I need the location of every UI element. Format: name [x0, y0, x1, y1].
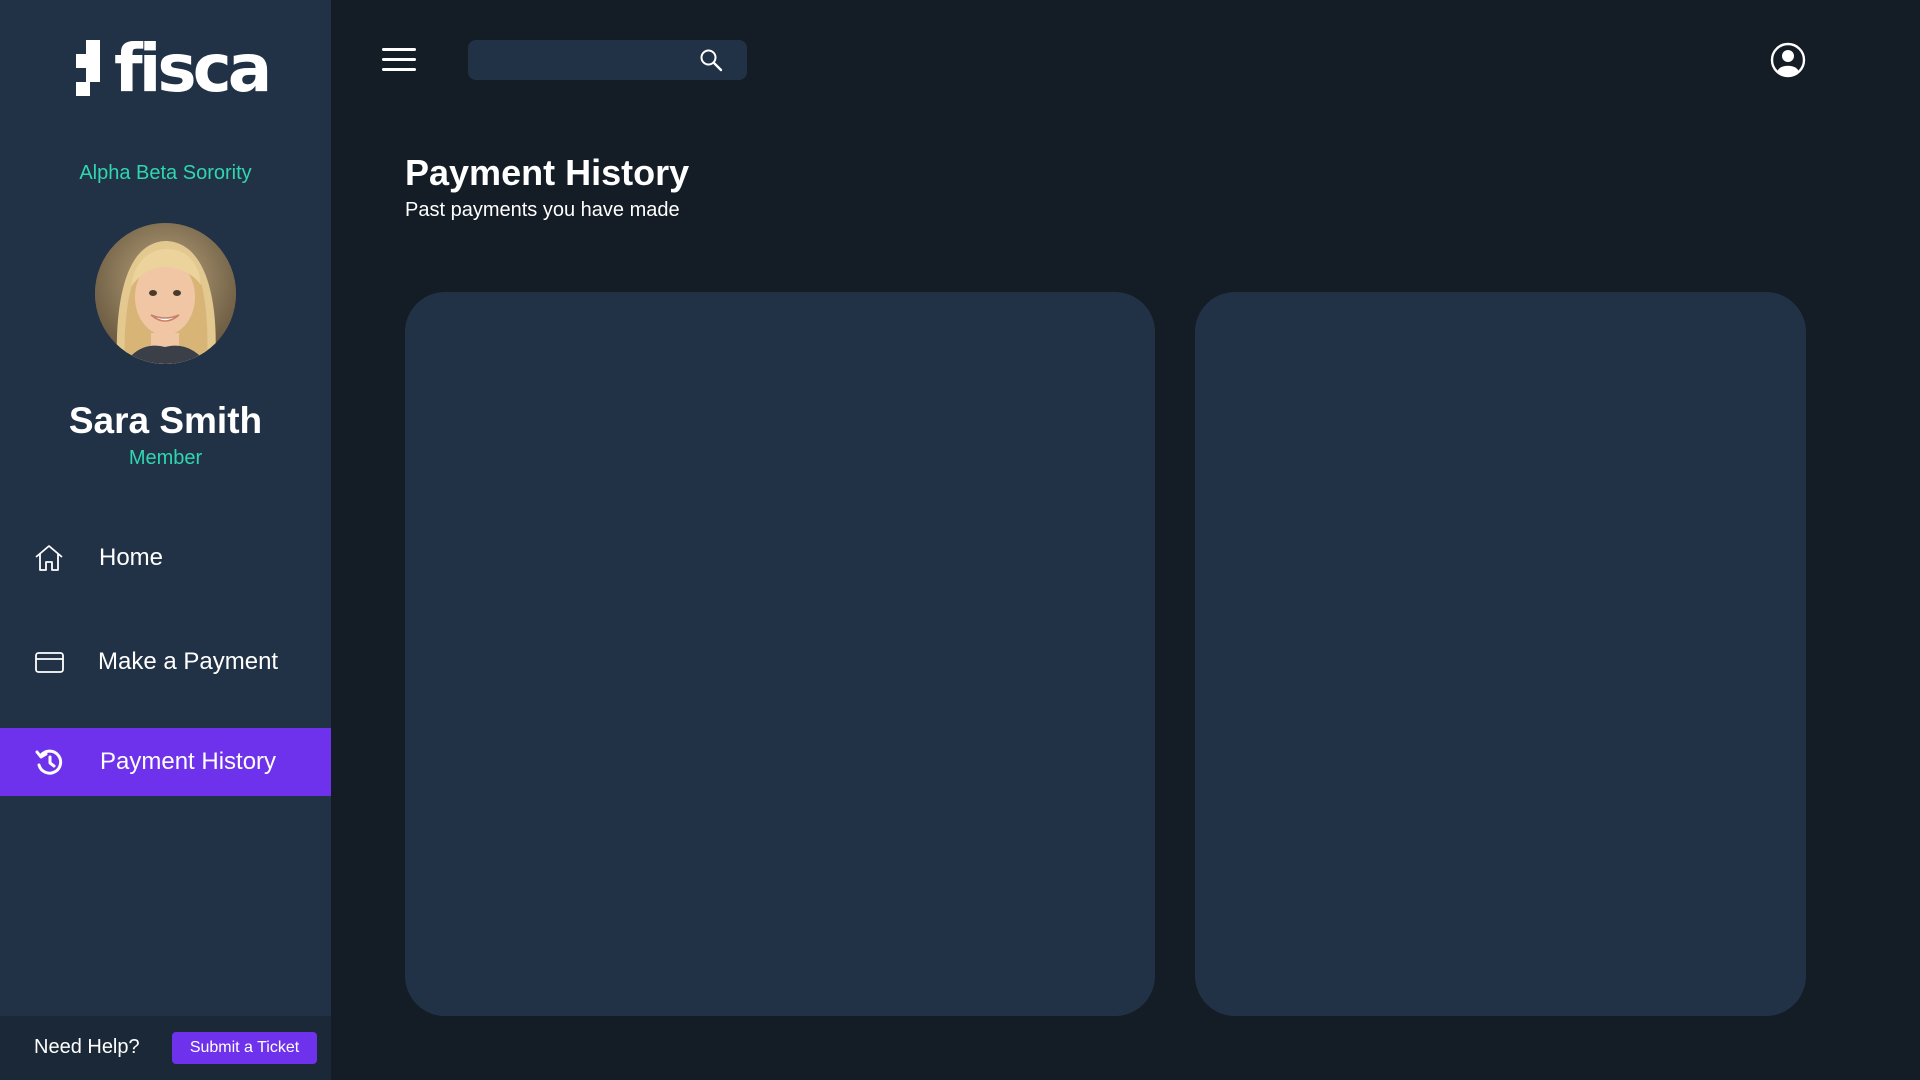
sidebar-item-label: Home — [99, 544, 164, 571]
fisca-logo[interactable]: fisca — [76, 30, 272, 107]
credit-card-icon — [35, 652, 64, 673]
sidebar-item-payment-history[interactable]: Payment History — [0, 728, 331, 796]
submit-ticket-button[interactable]: Submit a Ticket — [172, 1032, 317, 1064]
organization-name: Alpha Beta Sorority — [79, 162, 252, 184]
user-name: Sara Smith — [68, 400, 263, 441]
logo-text: fisca — [114, 30, 272, 107]
page-title: Payment History — [405, 152, 690, 193]
payment-history-panel-left — [405, 292, 1155, 1016]
sidebar-item-label: Make a Payment — [98, 648, 279, 675]
avatar — [95, 223, 236, 364]
user-role: Member — [128, 447, 203, 469]
sidebar-item-home[interactable]: Home — [0, 524, 331, 592]
history-icon — [35, 749, 63, 775]
account-icon[interactable] — [1770, 42, 1806, 78]
search-input[interactable] — [468, 40, 698, 80]
sidebar-item-make-a-payment[interactable]: Make a Payment — [0, 628, 331, 696]
hamburger-menu-icon[interactable] — [382, 46, 416, 74]
home-icon — [35, 545, 63, 571]
logo-mark-icon — [76, 38, 110, 100]
sidebar: fisca Alpha Beta Sorority Sara Smith Mem… — [0, 0, 331, 1080]
avatar-portrait-icon — [95, 223, 236, 364]
search-icon[interactable] — [699, 48, 723, 72]
help-bar: Need Help? Submit a Ticket — [0, 1016, 331, 1080]
payment-history-panel-right — [1195, 292, 1806, 1016]
sidebar-item-label: Payment History — [100, 748, 277, 775]
need-help-text: Need Help? — [34, 1036, 140, 1058]
page-subtitle: Past payments you have made — [405, 199, 680, 221]
